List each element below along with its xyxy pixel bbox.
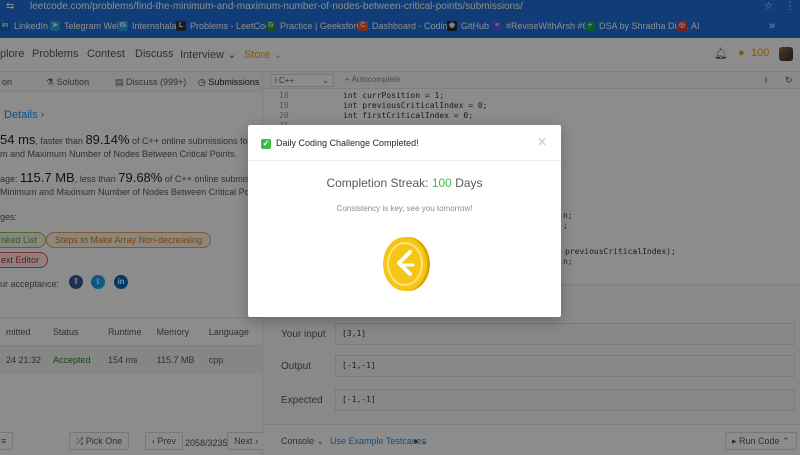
modal-title: Daily Coding Challenge Completed! [276,138,419,148]
consistency-message: Consistency is key, see you tomorrow! [336,204,473,213]
modal-header: ✓ Daily Coding Challenge Completed! ✕ [248,125,561,161]
leetcode-coin-icon [383,237,430,291]
close-icon[interactable]: ✕ [537,135,547,149]
daily-challenge-modal: ✓ Daily Coding Challenge Completed! ✕ Co… [248,125,561,317]
streak-label: Completion Streak: [326,176,432,190]
completion-streak: Completion Streak: 100 Days [248,176,561,190]
check-icon: ✓ [261,139,271,149]
streak-unit: Days [451,176,483,190]
streak-value: 100 [431,176,452,190]
